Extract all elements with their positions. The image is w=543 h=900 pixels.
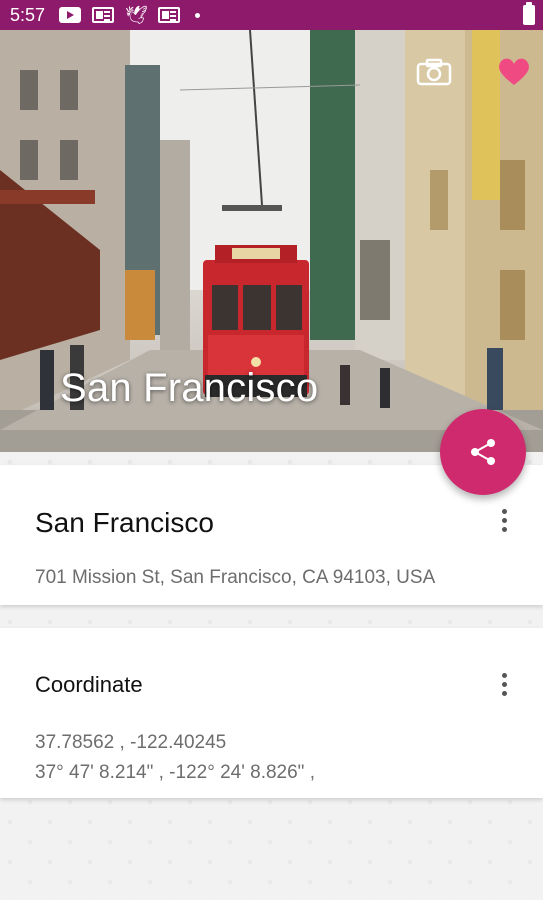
share-button[interactable] <box>440 409 526 495</box>
coordinate-dms: 37° 47' 8.214" , -122° 24' 8.826" , <box>35 762 315 783</box>
status-icons: 🕊 <box>59 5 201 25</box>
more-vert-icon[interactable] <box>492 669 516 699</box>
news-icon <box>92 7 115 23</box>
camera-icon[interactable] <box>416 58 452 86</box>
coordinate-card: Coordinate 37.78562 , -122.40245 37° 47'… <box>0 628 543 798</box>
status-time: 5:57 <box>10 4 46 25</box>
dot-icon <box>195 12 201 18</box>
place-title: San Francisco <box>35 507 214 538</box>
place-address: 701 Mission St, San Francisco, CA 94103,… <box>35 567 436 588</box>
hero-title: San Francisco <box>60 366 319 410</box>
hero-image: San Francisco <box>0 30 543 452</box>
more-vert-icon[interactable] <box>492 505 516 535</box>
coordinate-decimal: 37.78562 , -122.40245 <box>35 732 227 753</box>
news-icon <box>158 7 181 23</box>
status-bar: 5:57 🕊 <box>0 0 543 30</box>
youtube-icon <box>59 7 82 23</box>
share-icon <box>471 439 495 465</box>
bird-icon: 🕊 <box>125 5 148 25</box>
battery-icon <box>523 2 535 25</box>
heart-icon[interactable] <box>497 57 531 87</box>
coordinate-title: Coordinate <box>35 672 143 697</box>
